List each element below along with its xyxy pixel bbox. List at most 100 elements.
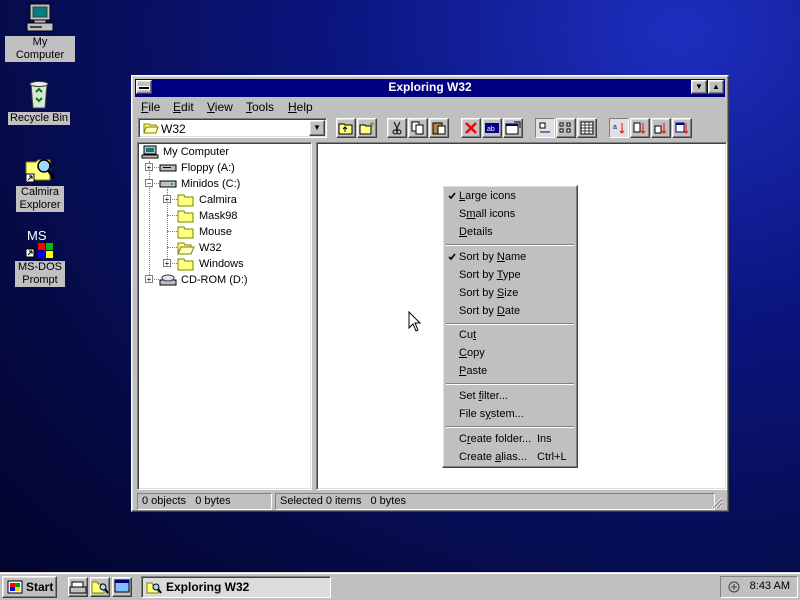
tree-item-label: W32 (199, 242, 222, 254)
printer-icon (69, 581, 87, 594)
menu-item-sort-by-name[interactable]: Sort by Name (445, 248, 575, 266)
address-value: W32 (161, 122, 186, 136)
desktop-icon-ms-dos-prompt[interactable]: MS MS-DOS Prompt (5, 227, 75, 287)
menu-item-details[interactable]: Details (445, 223, 575, 241)
menu-item-label: File s (459, 408, 486, 420)
menu-file[interactable]: File (141, 100, 160, 114)
tray-network-icon[interactable] (726, 580, 742, 594)
menu-label: elp (296, 100, 313, 114)
minimize-button[interactable]: ▼ (691, 80, 707, 94)
menu-item-sort-by-type[interactable]: Sort by Type (445, 266, 575, 284)
menu-item-sort-by-size[interactable]: Sort by Size (445, 284, 575, 302)
folder-open-icon (177, 241, 195, 255)
small-icons-view-button[interactable] (556, 118, 576, 138)
menu-item-label: lias... (501, 451, 527, 463)
menu-item-create-alias[interactable]: Create alias... Ctrl+L (445, 448, 575, 466)
paste-button[interactable] (429, 118, 449, 138)
sort-by-type-button[interactable] (630, 118, 650, 138)
menu-item-accel: N (496, 251, 505, 263)
folder-icon (177, 225, 195, 239)
start-button[interactable]: Start (2, 576, 57, 598)
triangle-down-icon: ▼ (695, 82, 703, 91)
taskbar-item-exploring-w32[interactable]: Exploring W32 (141, 576, 331, 598)
menu-item-copy[interactable]: Copy (445, 344, 575, 362)
up-folder-button[interactable] (336, 118, 356, 138)
properties-button[interactable] (503, 118, 523, 138)
menu-item-label: eate folder... (470, 433, 532, 445)
tree-item-mask98[interactable]: Mask98 (177, 208, 238, 224)
menu-edit[interactable]: Edit (173, 100, 194, 114)
tree-item-calmira[interactable]: Calmira (177, 192, 237, 208)
menu-item-paste[interactable]: Paste (445, 362, 575, 380)
menu-tools[interactable]: Tools (246, 100, 274, 114)
tree-item-mouse[interactable]: Mouse (177, 224, 232, 240)
desktop-icon-recycle-bin[interactable]: Recycle Bin (4, 78, 74, 125)
menu-item-accel: D (496, 305, 505, 317)
expand-toggle[interactable]: + (163, 259, 171, 268)
maximize-button[interactable]: ▲ (708, 80, 724, 94)
menu-item-accel: D (459, 226, 467, 238)
quicklaunch-explorer-button[interactable] (68, 577, 88, 597)
menu-item-label: ize (504, 287, 519, 299)
menu-item-set-filter[interactable]: Set filter... (445, 387, 575, 405)
menu-item-cut[interactable]: Cut (445, 326, 575, 344)
menu-item-label: Create (459, 451, 496, 463)
resize-grip-icon[interactable] (711, 497, 723, 509)
folder-icon (177, 193, 195, 207)
desktop-icon-label: Recycle Bin (7, 112, 71, 125)
mouse-pointer-icon (408, 311, 422, 332)
menu-view[interactable]: View (207, 100, 233, 114)
desktop-icon-my-computer[interactable]: My Computer (5, 2, 75, 62)
menu-item-small-icons[interactable]: Small icons (445, 205, 575, 223)
clock[interactable]: 8:43 AM (750, 580, 790, 592)
collapse-toggle[interactable]: − (145, 179, 153, 188)
cut-button[interactable] (387, 118, 407, 138)
tree-item-my-computer[interactable]: My Computer (141, 144, 229, 160)
menu-item-label: C (459, 433, 467, 445)
delete-button[interactable] (461, 118, 481, 138)
tree-item-cdrom[interactable]: CD-ROM (D:) (159, 272, 248, 288)
expand-toggle[interactable]: + (145, 275, 153, 284)
menu-item-create-folder[interactable]: Create folder... Ins (445, 430, 575, 448)
details-view-button[interactable] (577, 118, 597, 138)
large-icons-icon (539, 122, 550, 133)
small-icons-icon (559, 122, 571, 133)
tree-item-label: My Computer (163, 146, 230, 158)
toolbar: W32 ▼ ab a (135, 118, 725, 142)
sort-by-name-button[interactable]: a (609, 118, 629, 138)
menu-item-sort-by-date[interactable]: Sort by Date (445, 302, 575, 320)
tree-item-floppy[interactable]: Floppy (A:) (159, 160, 235, 176)
sort-by-date-button[interactable] (672, 118, 692, 138)
copy-button[interactable] (408, 118, 428, 138)
address-combo[interactable]: W32 ▼ (138, 118, 327, 138)
calmira-explorer-icon (24, 152, 56, 184)
menu-separator (446, 426, 574, 428)
title-bar[interactable]: Exploring W32 ▼ ▲ (135, 79, 725, 97)
desktop-icon-calmira-explorer[interactable]: Calmira Explorer (5, 152, 75, 212)
folder-tree-pane[interactable]: + − + + + My Computer Floppy (A:) Minido… (137, 142, 312, 490)
tree-item-label: CD-ROM (D:) (181, 274, 248, 286)
tree-item-label: Calmira (199, 194, 237, 206)
new-folder-button[interactable] (357, 118, 377, 138)
menu-item-large-icons[interactable]: Large icons (445, 187, 575, 205)
menu-help[interactable]: Help (288, 100, 313, 114)
status-right: Selected 0 items 0 bytes (275, 493, 715, 510)
window-title: Exploring W32 (388, 80, 472, 94)
sort-name-icon: a (613, 123, 625, 134)
address-dropdown-button[interactable]: ▼ (309, 120, 325, 136)
large-icons-view-button[interactable] (535, 118, 555, 138)
expand-toggle[interactable]: + (145, 163, 153, 172)
tree-item-w32[interactable]: W32 (177, 240, 222, 256)
sort-by-size-button[interactable] (651, 118, 671, 138)
window-app-icon (114, 579, 130, 593)
menu-item-label: ilter... (481, 390, 508, 402)
expand-toggle[interactable]: + (163, 195, 171, 204)
quicklaunch-find-button[interactable] (90, 577, 110, 597)
menu-item-file-system[interactable]: File system... (445, 405, 575, 423)
quicklaunch-app-button[interactable] (112, 577, 132, 597)
system-tray: 8:43 AM (720, 576, 798, 598)
context-menu: Large icons Small icons Details Sort by … (442, 185, 578, 468)
tree-item-windows[interactable]: Windows (177, 256, 244, 272)
tree-item-minidos[interactable]: Minidos (C:) (159, 176, 240, 192)
rename-button[interactable]: ab (482, 118, 502, 138)
